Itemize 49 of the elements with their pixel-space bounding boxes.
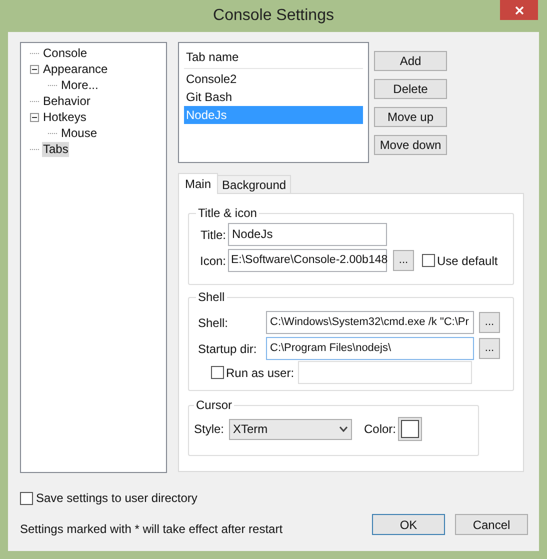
tree-item[interactable]: Mouse	[60, 126, 98, 140]
group-label: Title & icon	[197, 205, 258, 222]
browse-button[interactable]: ...	[479, 312, 500, 333]
list-button[interactable]: Add	[374, 51, 447, 71]
style-dropdown[interactable]: XTerm	[229, 418, 352, 440]
user-field[interactable]	[298, 361, 472, 384]
tree-item[interactable]: Console	[42, 46, 88, 60]
checkbox-label: Use default	[437, 252, 498, 270]
checkbox[interactable]	[20, 492, 33, 504]
list-button[interactable]: Delete	[374, 79, 447, 99]
group-label: Cursor	[195, 397, 234, 414]
field-label: Icon:	[198, 252, 227, 270]
list-button[interactable]: Move down	[374, 135, 447, 155]
checkbox[interactable]	[211, 366, 224, 379]
shell-field[interactable]: C:\Windows\System32\cmd.exe /k "C:\Pr	[266, 311, 474, 334]
field-label: Title:	[199, 226, 227, 244]
checkbox-label: Run as user:	[226, 364, 296, 382]
close-icon	[514, 6, 524, 14]
field-label: Shell:	[198, 314, 230, 332]
field-label: Style:	[194, 421, 226, 438]
checkbox[interactable]	[422, 254, 435, 267]
close-button[interactable]	[500, 0, 538, 20]
column-header[interactable]: Tab name	[184, 46, 363, 69]
icon-field[interactable]: E:\Software\Console-2.00b148	[228, 249, 387, 272]
chevron-down-icon	[339, 426, 348, 432]
startup-dir-field[interactable]: C:\Program Files\nodejs\	[266, 337, 474, 360]
dialog-button[interactable]: OK	[372, 514, 445, 535]
checkbox-label: Save settings to user directory	[36, 490, 198, 507]
collapse-icon[interactable]	[30, 112, 39, 122]
browse-button[interactable]: ...	[479, 338, 500, 359]
tree-item[interactable]: More...	[60, 78, 100, 92]
collapse-icon[interactable]	[30, 64, 39, 74]
browse-button[interactable]: ...	[393, 250, 414, 271]
field-label: Startup dir:	[198, 340, 258, 358]
group-label: Shell	[197, 289, 226, 306]
tree-item[interactable]: Appearance	[42, 62, 109, 76]
window-title: Console Settings	[212, 6, 335, 26]
list-button[interactable]: Move up	[374, 107, 447, 127]
title-field[interactable]: NodeJs	[228, 223, 387, 246]
restart-note: Settings marked with * will take effect after restart	[20, 521, 284, 538]
tree-item[interactable]: Tabs	[42, 142, 70, 156]
field-label: Color:	[364, 421, 398, 438]
settings-tab[interactable]: Main	[178, 173, 218, 194]
tree-item[interactable]: Hotkeys	[42, 110, 88, 124]
list-row[interactable]: Console2	[184, 70, 363, 88]
dialog-button[interactable]: Cancel	[455, 514, 528, 535]
settings-tab[interactable]: Background	[217, 175, 292, 193]
tree-item[interactable]: Behavior	[42, 94, 92, 108]
list-row[interactable]: Git Bash	[184, 88, 363, 106]
